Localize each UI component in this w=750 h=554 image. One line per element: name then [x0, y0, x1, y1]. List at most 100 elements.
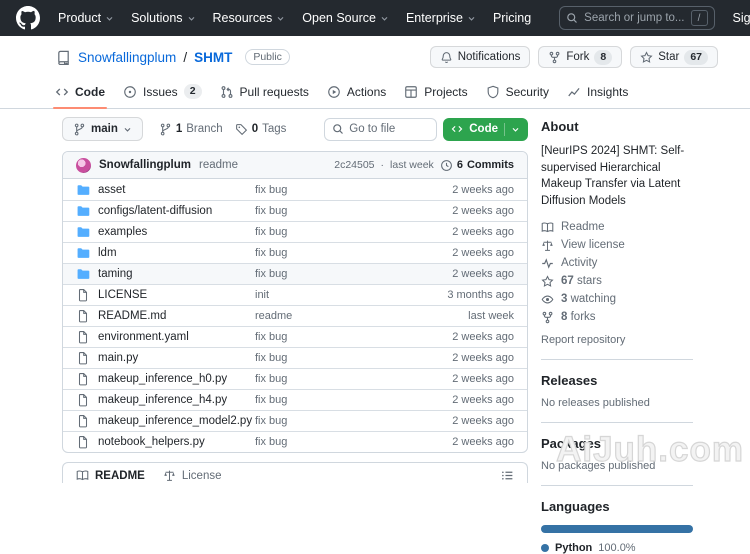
file-row[interactable]: README.mdreadmelast week: [63, 305, 527, 326]
file-commit-message-link[interactable]: fix bug: [255, 331, 287, 343]
file-name-link[interactable]: configs/latent-diffusion: [98, 205, 212, 217]
about-item-activity[interactable]: Activity: [541, 257, 693, 270]
tags-link[interactable]: 0 Tags: [235, 123, 287, 136]
nav-item-enterprise[interactable]: Enterprise: [406, 11, 476, 25]
repo-name-link[interactable]: SHMT: [194, 50, 232, 65]
chevron-down-icon: [105, 14, 114, 23]
file-row[interactable]: makeup_inference_model2.pyfix bug 2 weeks…: [63, 410, 527, 431]
readme-tab-label: README: [95, 470, 145, 482]
repo-owner-link[interactable]: Snowfallingplum: [78, 50, 176, 65]
code-icon: [451, 123, 463, 135]
nav-item-solutions[interactable]: Solutions: [131, 11, 195, 25]
file-commit-message-link[interactable]: init: [255, 289, 269, 301]
file-row[interactable]: examples fix bug 2 weeks ago: [63, 221, 527, 242]
github-logo-icon[interactable]: [16, 6, 40, 30]
notifications-button[interactable]: Notifications: [430, 46, 531, 68]
file-row[interactable]: makeup_inference_h4.pyfix bug2 weeks ago: [63, 389, 527, 410]
file-name-link[interactable]: main.py: [98, 352, 138, 364]
file-commit-message-link[interactable]: fix bug: [255, 394, 287, 406]
tab-actions[interactable]: Actions: [319, 77, 394, 108]
fork-label: Fork: [566, 51, 589, 63]
file-commit-message-link[interactable]: fix bug: [255, 415, 287, 427]
file-name-link[interactable]: makeup_inference_h0.py: [98, 373, 227, 385]
branch-selector[interactable]: main: [62, 117, 143, 141]
file-commit-message-link[interactable]: fix bug: [255, 205, 287, 217]
file-row[interactable]: notebook_helpers.pyfix bug2 weeks ago: [63, 431, 527, 452]
file-icon: [76, 351, 90, 365]
code-download-button[interactable]: Code: [443, 118, 528, 141]
commit-hash-link[interactable]: 2c24505: [334, 159, 374, 171]
branches-link[interactable]: 1 Branch: [159, 123, 223, 136]
report-repository-link[interactable]: Report repository: [541, 334, 693, 346]
file-name-link[interactable]: asset: [98, 184, 126, 196]
star-button[interactable]: Star 67: [630, 46, 718, 68]
branch-icon: [73, 123, 86, 136]
readme-tab[interactable]: README: [76, 469, 145, 482]
releases-title: Releases: [541, 373, 693, 388]
file-row[interactable]: assetfix bug2 weeks ago: [63, 179, 527, 200]
tab-pull-requests[interactable]: Pull requests: [212, 77, 317, 108]
file-row[interactable]: tamingfix bug2 weeks ago: [63, 263, 527, 284]
about-items: Readme View license Activity 67 stars 3 watc…: [541, 221, 693, 324]
file-row[interactable]: LICENSEinit3 months ago: [63, 284, 527, 305]
fork-count[interactable]: 8: [594, 50, 612, 65]
commit-message-link[interactable]: readme: [199, 159, 238, 171]
file-commit-message-link[interactable]: fix bug: [255, 226, 287, 238]
file-commit-message-link[interactable]: fix bug: [255, 352, 287, 364]
file-commit-message-link[interactable]: fix bug: [255, 436, 287, 448]
file-table: Snowfallingplum readme 2c24505 · last we…: [62, 151, 528, 453]
license-tab[interactable]: License: [163, 469, 222, 482]
tab-projects[interactable]: Projects: [396, 77, 475, 108]
about-item-view-license[interactable]: View license: [541, 239, 693, 252]
file-commit-message-link[interactable]: fix bug: [255, 184, 287, 196]
file-name-link[interactable]: LICENSE: [98, 289, 147, 301]
avatar[interactable]: [76, 158, 91, 173]
global-search-input[interactable]: Search or jump to... /: [559, 6, 714, 30]
file-row[interactable]: configs/latent-diffusionfix bug2 weeks a…: [63, 200, 527, 221]
file-row[interactable]: environment.yamlfix bug2 weeks ago: [63, 326, 527, 347]
language-item-python[interactable]: Python100.0%: [541, 542, 693, 554]
file-name-link[interactable]: taming: [98, 268, 133, 280]
nav-item-product[interactable]: Product: [58, 11, 114, 25]
file-updated-time: 2 weeks ago: [435, 415, 514, 427]
language-bar[interactable]: [541, 525, 693, 533]
about-item-stars[interactable]: 67 stars: [541, 275, 693, 288]
tab-code[interactable]: Code: [47, 77, 113, 108]
file-row[interactable]: makeup_inference_h0.pyfix bug2 weeks ago: [63, 368, 527, 389]
file-name-link[interactable]: notebook_helpers.py: [98, 436, 205, 448]
file-name-link[interactable]: makeup_inference_model2.py: [98, 415, 252, 427]
folder-icon: [76, 204, 90, 218]
fork-button[interactable]: Fork 8: [538, 46, 622, 68]
file-icon: [76, 288, 90, 302]
about-title: About: [541, 119, 693, 134]
about-item-readme[interactable]: Readme: [541, 221, 693, 234]
file-updated-time: 2 weeks ago: [435, 226, 514, 238]
nav-item-open-source[interactable]: Open Source: [302, 11, 389, 25]
file-name-link[interactable]: makeup_inference_h4.py: [98, 394, 227, 406]
outline-list-icon[interactable]: [501, 469, 514, 482]
tab-security[interactable]: Security: [478, 77, 557, 108]
file-row[interactable]: main.pyfix bug2 weeks ago: [63, 347, 527, 368]
tab-issues[interactable]: Issues2: [115, 76, 210, 108]
file-commit-message-link[interactable]: readme: [255, 310, 292, 322]
commit-author-link[interactable]: Snowfallingplum: [99, 159, 191, 171]
file-commit-message-link[interactable]: fix bug: [255, 373, 287, 385]
file-commit-message-link[interactable]: fix bug: [255, 247, 287, 259]
ref-stats: 1 Branch 0 Tags: [159, 123, 287, 136]
file-name-link[interactable]: README.md: [98, 310, 166, 322]
commit-history-link[interactable]: 6 Commits: [440, 159, 514, 172]
license-tab-label: License: [182, 470, 222, 482]
nav-item-resources[interactable]: Resources: [213, 11, 286, 25]
file-commit-message-link[interactable]: fix bug: [255, 268, 287, 280]
file-name-link[interactable]: environment.yaml: [98, 331, 189, 343]
tab-insights[interactable]: Insights: [559, 77, 636, 108]
sign-in-link[interactable]: Sign in: [733, 11, 750, 25]
about-item-forks[interactable]: 8 forks: [541, 311, 693, 324]
about-item-watching[interactable]: 3 watching: [541, 293, 693, 306]
star-count[interactable]: 67: [684, 50, 708, 65]
file-name-link[interactable]: examples: [98, 226, 147, 238]
file-row[interactable]: ldmfix bug2 weeks ago: [63, 242, 527, 263]
go-to-file-input[interactable]: Go to file: [324, 118, 437, 141]
nav-item-pricing[interactable]: Pricing: [493, 11, 531, 25]
file-name-link[interactable]: ldm: [98, 247, 117, 259]
